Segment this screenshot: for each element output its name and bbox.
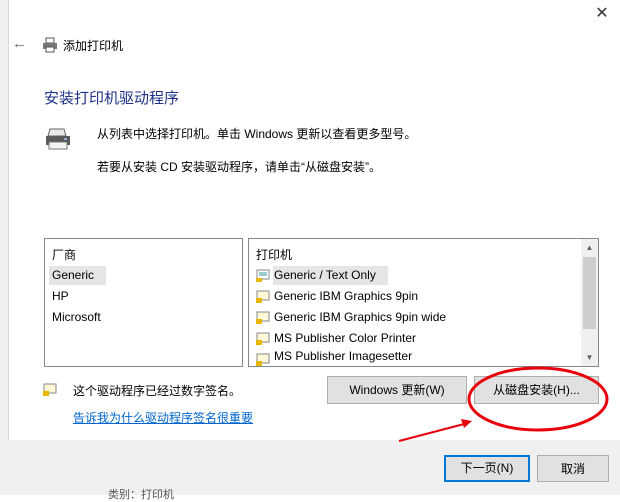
close-button[interactable]: ✕ bbox=[592, 4, 612, 24]
manufacturer-item-hp[interactable]: HP bbox=[52, 287, 69, 306]
scroll-down-icon[interactable]: ▼ bbox=[581, 349, 598, 366]
annotation-arrow-line bbox=[398, 422, 469, 442]
manufacturer-item-generic[interactable]: Generic bbox=[49, 266, 106, 285]
description-line-2: 若要从安装 CD 安装驱动程序，请单击“从磁盘安装”。 bbox=[97, 160, 381, 174]
printer-item-generic-text-only[interactable]: Generic / Text Only bbox=[273, 266, 388, 285]
background-window-strip bbox=[0, 0, 9, 495]
window-title: 添加打印机 bbox=[63, 39, 124, 53]
printer-item-ibm-9pin[interactable]: Generic IBM Graphics 9pin bbox=[274, 287, 418, 306]
printer-item-ms-publisher-color[interactable]: MS Publisher Color Printer bbox=[274, 329, 416, 348]
scroll-up-icon[interactable]: ▲ bbox=[581, 239, 598, 256]
certificate-icon bbox=[43, 383, 57, 396]
manufacturer-list[interactable]: 厂商 Generic HP Microsoft bbox=[44, 238, 243, 367]
signed-driver-icon bbox=[256, 332, 270, 345]
cancel-button[interactable]: 取消 bbox=[537, 455, 609, 482]
next-button[interactable]: 下一页(N) bbox=[444, 455, 530, 482]
signature-info-link[interactable]: 告诉我为什么驱动程序签名很重要 bbox=[73, 409, 253, 426]
printer-item-ms-publisher-imagesetter[interactable]: MS Publisher Imagesetter bbox=[274, 347, 412, 365]
background-category-text: 类别：打印机 bbox=[108, 489, 174, 501]
background-window-bottom bbox=[0, 486, 620, 495]
printer-icon bbox=[43, 37, 57, 53]
signature-status-text: 这个驱动程序已经过数字签名。 bbox=[73, 384, 242, 398]
signed-driver-icon bbox=[256, 353, 270, 366]
manufacturer-list-header: 厂商 bbox=[52, 248, 77, 262]
windows-update-button[interactable]: Windows 更新(W) bbox=[327, 376, 467, 404]
printer-driver-icon bbox=[256, 269, 270, 282]
have-disk-button[interactable]: 从磁盘安装(H)... bbox=[474, 376, 599, 404]
signed-driver-icon bbox=[256, 311, 270, 324]
manufacturer-item-microsoft[interactable]: Microsoft bbox=[52, 308, 101, 327]
signed-driver-icon bbox=[256, 290, 270, 303]
printer-list-scrollbar[interactable]: ▲ ▼ bbox=[581, 239, 598, 366]
scrollbar-thumb[interactable] bbox=[583, 257, 596, 329]
printer-list[interactable]: 打印机 Generic / Text Only Generic IBM Grap… bbox=[248, 238, 599, 367]
printer-item-ibm-9pin-wide[interactable]: Generic IBM Graphics 9pin wide bbox=[274, 308, 446, 327]
printer-list-header: 打印机 bbox=[256, 248, 293, 262]
page-heading: 安装打印机驱动程序 bbox=[44, 90, 180, 107]
back-arrow-icon[interactable]: ← bbox=[12, 35, 30, 53]
printer-large-icon bbox=[46, 128, 70, 150]
description-line-1: 从列表中选择打印机。单击 Windows 更新以查看更多型号。 bbox=[97, 127, 417, 141]
annotation-arrowhead bbox=[461, 419, 472, 428]
